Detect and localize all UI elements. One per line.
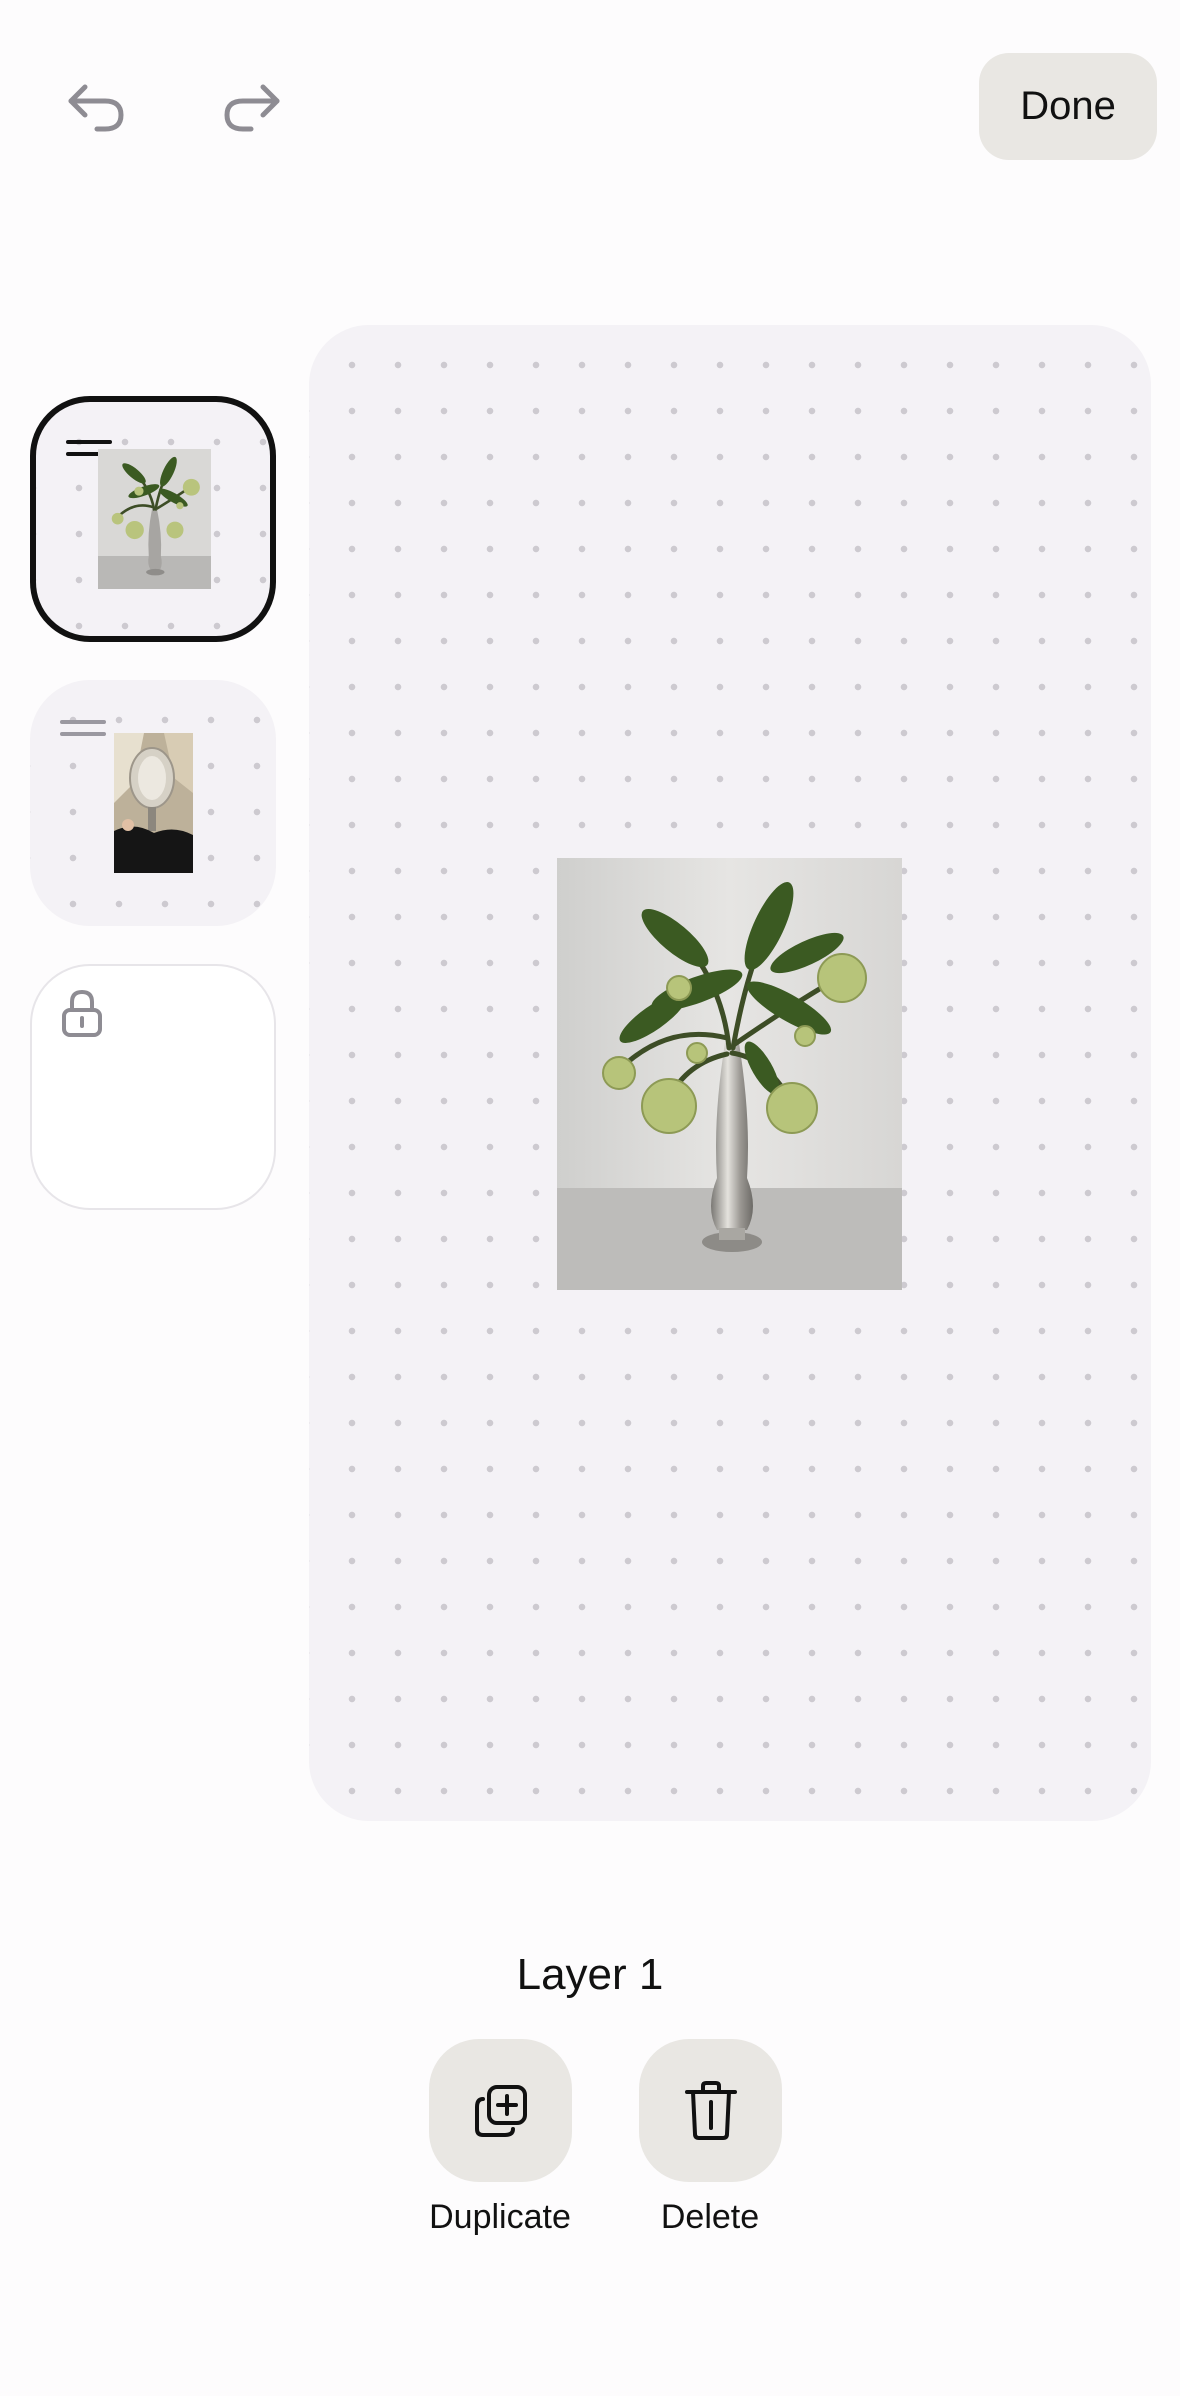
undo-button[interactable] xyxy=(58,72,134,142)
undo-arrow-icon xyxy=(68,84,124,132)
duplicate-icon xyxy=(474,2084,527,2137)
layer-title: Layer 1 xyxy=(516,1950,664,1999)
done-button[interactable]: Done xyxy=(979,53,1157,160)
layer-2-preview-image xyxy=(114,733,193,873)
redo-arrow-icon xyxy=(224,84,280,132)
layer-thumbnail-1[interactable] xyxy=(30,396,276,642)
delete-button[interactable] xyxy=(639,2039,782,2182)
layer-thumbnail-2[interactable] xyxy=(30,680,276,926)
lock-icon xyxy=(62,989,102,1037)
layer-thumbnail-locked[interactable] xyxy=(30,964,276,1210)
drag-handle-icon[interactable] xyxy=(60,720,106,744)
trash-icon xyxy=(684,2080,737,2140)
layer-1-preview-image xyxy=(98,449,211,589)
duplicate-button[interactable] xyxy=(429,2039,572,2182)
duplicate-label: Duplicate xyxy=(429,2198,571,2236)
redo-button[interactable] xyxy=(214,72,290,142)
delete-label: Delete xyxy=(660,2198,760,2236)
selected-layer-image[interactable] xyxy=(557,858,902,1290)
